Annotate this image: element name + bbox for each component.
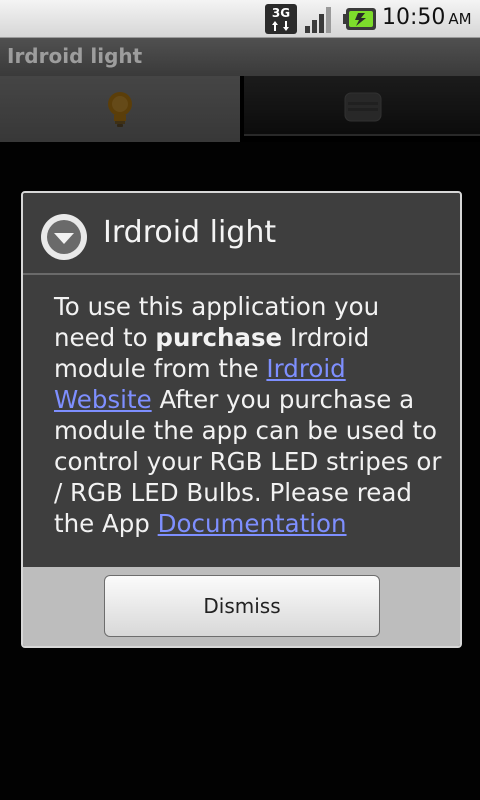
signal-icon — [305, 7, 331, 33]
app-title-bar: Irdroid light — [0, 38, 480, 76]
clock: 10:50 AM — [382, 5, 472, 30]
message-bold-text: purchase — [155, 323, 283, 352]
dialog-title: Irdroid light — [103, 215, 277, 250]
dialog-header: Irdroid light — [23, 193, 460, 275]
app-title: Irdroid light — [7, 44, 143, 68]
screen: 3G 10:50 AM Irdroid light Irdroid light … — [0, 0, 480, 800]
svg-text:3G: 3G — [272, 6, 290, 20]
dialog-message: To use this application you need to purc… — [54, 291, 446, 539]
battery-charging-icon — [343, 8, 376, 30]
dismiss-button[interactable]: Dismiss — [104, 575, 380, 637]
documentation-link[interactable]: Documentation — [158, 509, 347, 538]
alert-dialog: Irdroid light To use this application yo… — [21, 191, 462, 648]
info-arrow-icon — [41, 214, 87, 260]
3g-data-icon: 3G — [265, 4, 297, 34]
status-bar: 3G 10:50 AM — [0, 0, 480, 38]
dialog-button-bar: Dismiss — [23, 567, 460, 646]
dialog-body: To use this application you need to purc… — [23, 277, 460, 567]
